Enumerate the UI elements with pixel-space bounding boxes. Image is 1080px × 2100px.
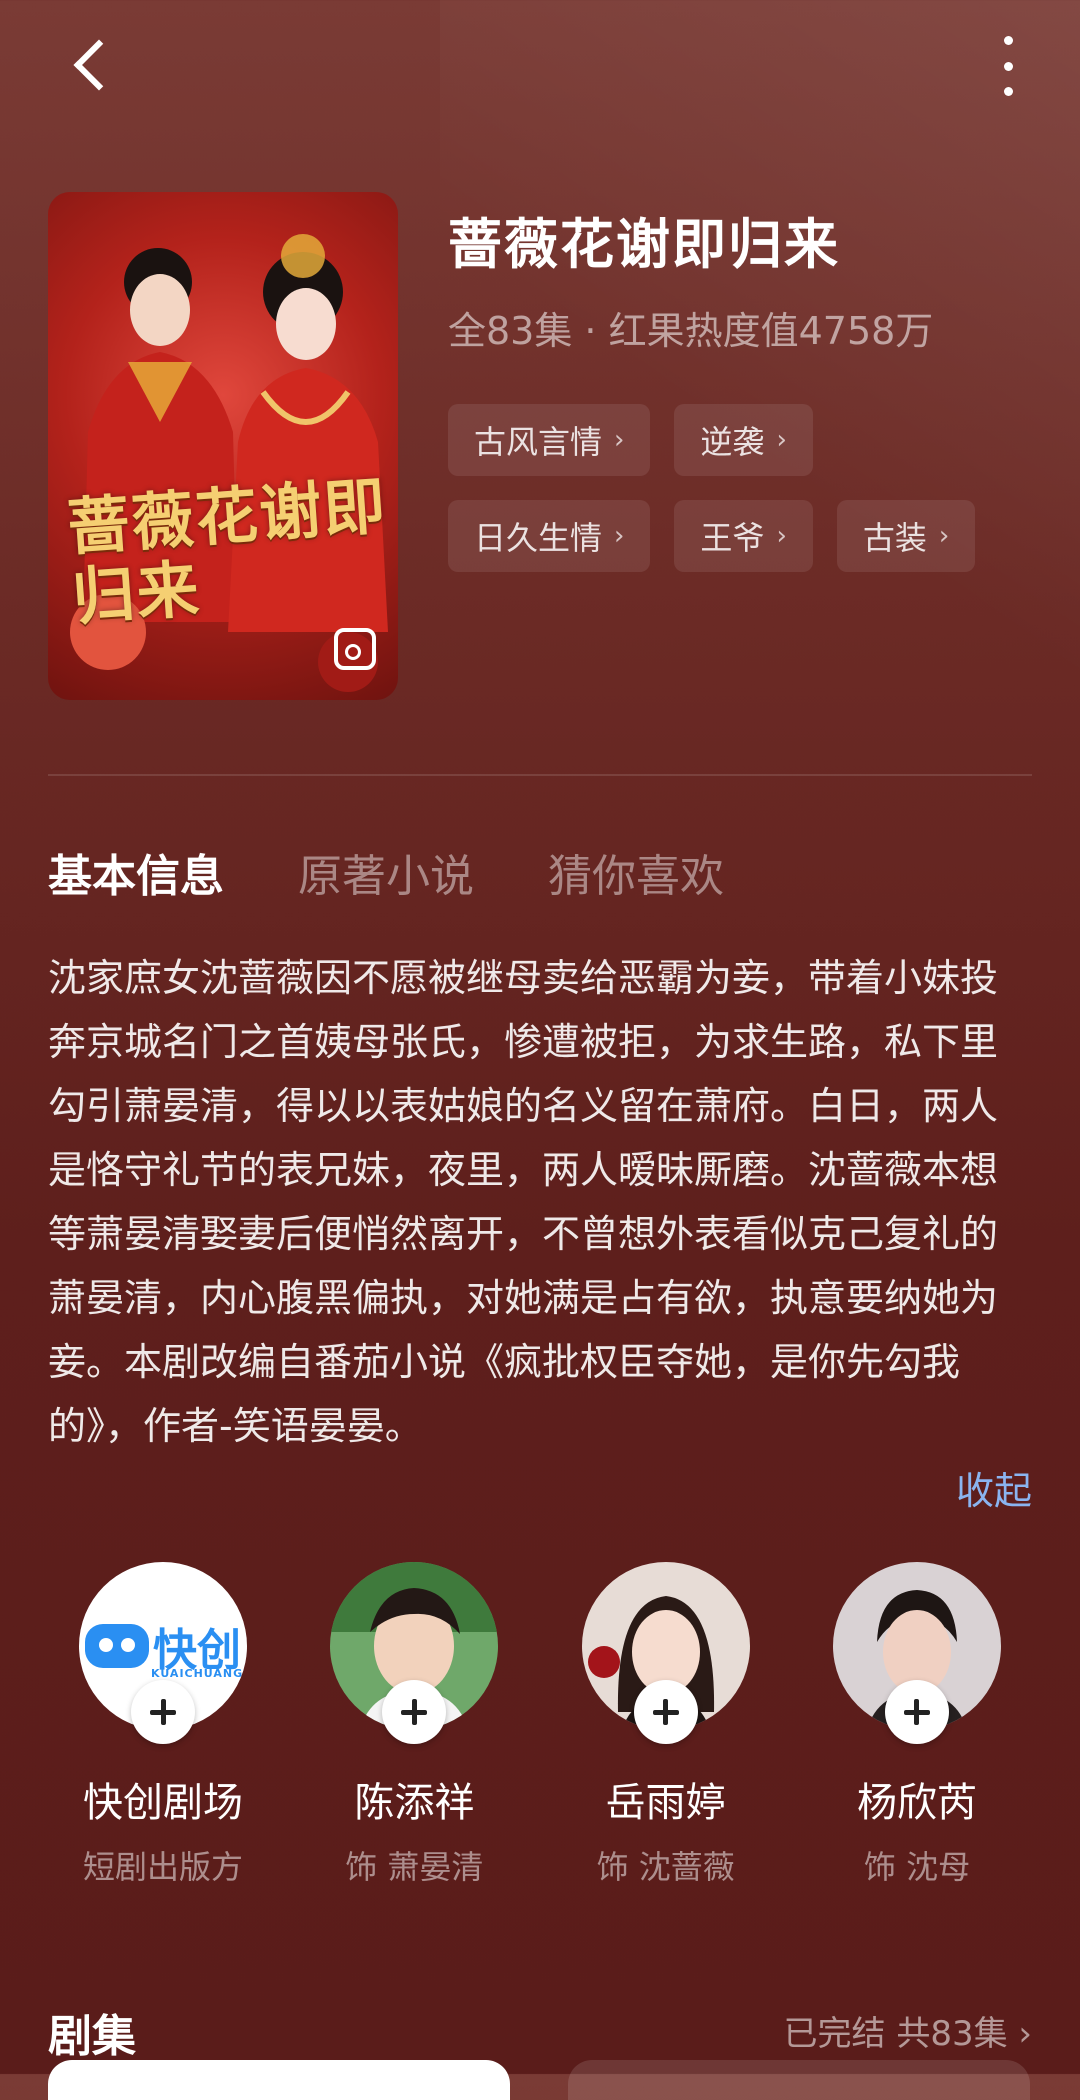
cast-list: 快创 KUAICHUANG 快创剧场 短剧出版方 陈添祥 饰 萧晏清 岳雨婷 饰…	[48, 1562, 1032, 1888]
tab-basic-info[interactable]: 基本信息	[48, 840, 224, 904]
chevron-left-icon	[73, 39, 125, 91]
chevron-right-icon: ›	[614, 521, 625, 551]
cast-role: 饰 沈母	[863, 1848, 971, 1886]
poster-title-art: 蔷薇花谢即归来	[65, 469, 390, 634]
cast-role: 短剧出版方	[82, 1848, 243, 1886]
more-menu-button[interactable]	[996, 36, 1020, 96]
chevron-right-icon: ›	[776, 425, 787, 455]
episode-card[interactable]	[568, 2060, 1030, 2100]
episode-card[interactable]	[48, 2060, 510, 2100]
back-button[interactable]	[62, 30, 125, 100]
cast-name: 快创剧场	[83, 1780, 243, 1826]
drama-title: 蔷薇花谢即归来	[448, 213, 840, 276]
cast-role: 饰 萧晏清	[345, 1848, 484, 1886]
follow-plus-icon[interactable]	[131, 1680, 195, 1744]
chevron-right-icon: ›	[614, 425, 625, 455]
more-vertical-icon	[1003, 36, 1013, 45]
chevron-right-icon: ›	[938, 521, 950, 551]
cast-item[interactable]: 快创 KUAICHUANG 快创剧场 短剧出版方	[48, 1562, 278, 1888]
chevron-right-icon: ›	[776, 521, 787, 551]
drama-poster[interactable]: 蔷薇花谢即归来	[48, 192, 398, 700]
cast-role: 饰 沈蔷薇	[596, 1848, 735, 1886]
tag-chip[interactable]: 古风言情 ›	[448, 404, 651, 476]
detail-tabs: 基本信息 原著小说 猜你喜欢	[48, 840, 724, 904]
tag-chip[interactable]: 王爷 ›	[674, 500, 813, 572]
cast-name: 陈添祥	[354, 1780, 475, 1826]
tag-list: 古风言情 › 逆袭 › 日久生情 › 王爷 › 古装 ›	[448, 404, 1048, 596]
cast-item[interactable]: 陈添祥 饰 萧晏清	[299, 1562, 529, 1888]
synopsis-text: 沈家庶女沈蔷薇因不愿被继母卖给恶霸为妾，带着小妹投奔京城名门之首姨母张氏，惨遭被…	[48, 956, 999, 1448]
cast-name: 杨欣芮	[856, 1780, 977, 1826]
collapse-button[interactable]: 收起	[956, 1460, 1032, 1515]
cast-name: 岳雨婷	[605, 1780, 726, 1826]
episodes-status-link[interactable]: 已完结 共83集 ›	[784, 2006, 1032, 2055]
gallery-icon	[334, 628, 376, 670]
follow-plus-icon[interactable]	[633, 1680, 698, 1744]
follow-plus-icon[interactable]	[884, 1680, 949, 1744]
episodes-section-title: 剧集	[48, 2011, 136, 2062]
section-divider	[48, 774, 1032, 776]
tag-chip[interactable]: 日久生情 ›	[448, 500, 651, 572]
follow-plus-icon[interactable]	[382, 1680, 447, 1744]
tag-chip[interactable]: 古装 ›	[836, 500, 976, 572]
cast-item[interactable]: 杨欣芮 饰 沈母	[802, 1562, 1032, 1888]
tag-chip[interactable]: 逆袭 ›	[674, 404, 813, 476]
tab-original-novel[interactable]: 原著小说	[298, 840, 474, 904]
robot-logo-icon	[85, 1624, 149, 1668]
drama-meta: 全83集 · 红果热度值4758万	[448, 309, 934, 353]
tab-recommendations[interactable]: 猜你喜欢	[548, 840, 724, 904]
cast-item[interactable]: 岳雨婷 饰 沈蔷薇	[551, 1562, 781, 1888]
